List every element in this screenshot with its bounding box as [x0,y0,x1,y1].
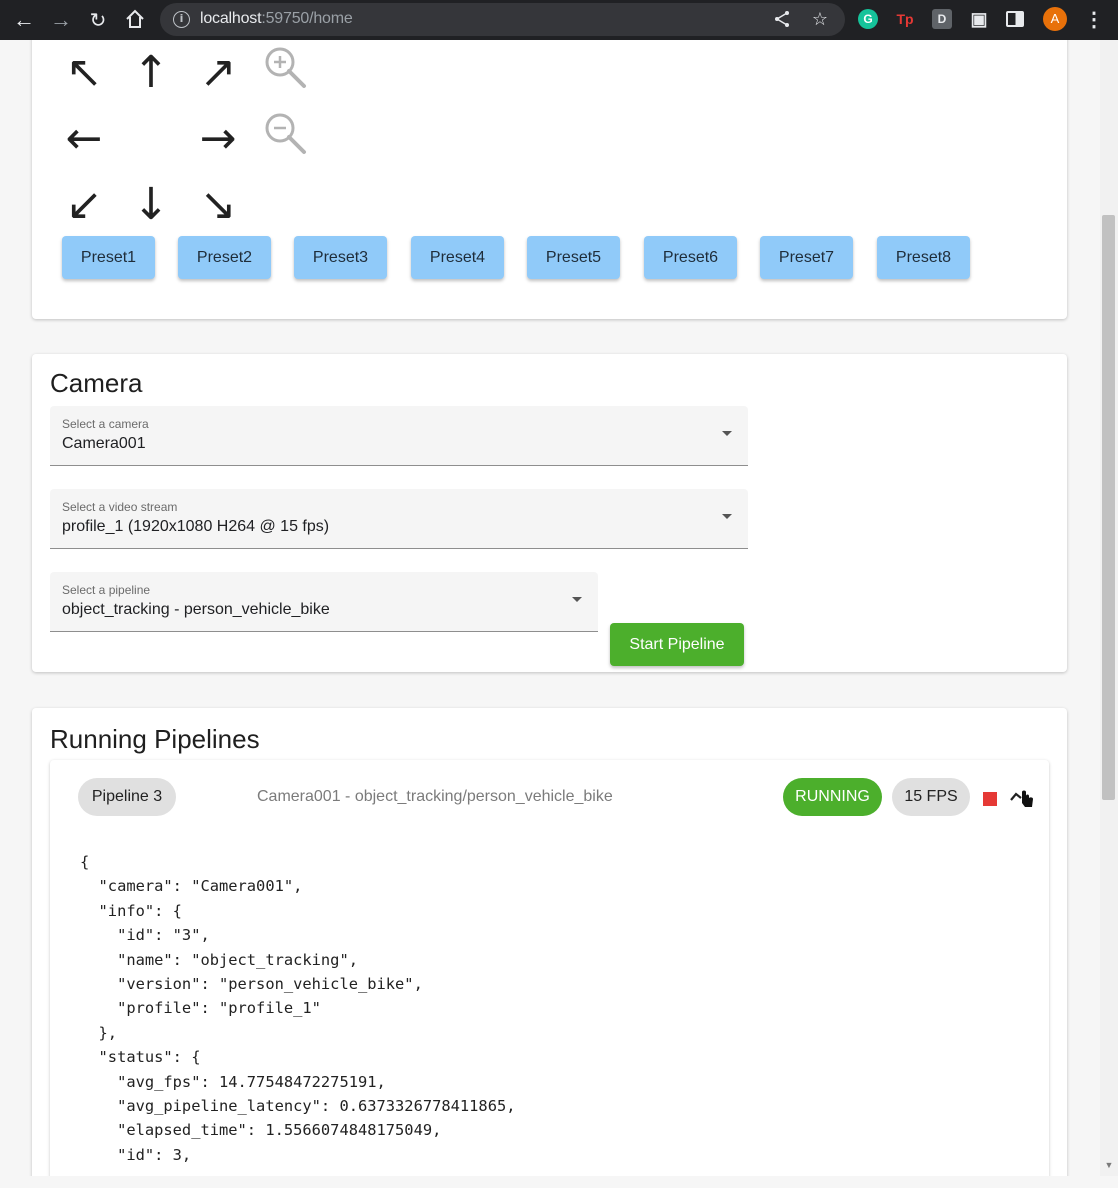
start-pipeline-button[interactable]: Start Pipeline [610,623,744,666]
preset-4-button[interactable]: Preset4 [411,236,504,279]
running-pipelines-card: Running Pipelines Pipeline 3 Camera001 -… [32,708,1067,1176]
fps-badge: 15 FPS [892,778,970,816]
arrow-right-icon[interactable]: → [193,114,243,164]
status-badge: RUNNING [783,778,882,816]
chevron-down-icon[interactable] [572,597,582,602]
preset-6-button[interactable]: Preset6 [644,236,737,279]
camera-section-title: Camera [50,368,143,398]
pipeline-item: Pipeline 3 Camera001 - object_tracking/p… [50,760,1049,1176]
preset-5-button[interactable]: Preset5 [527,236,620,279]
grammarly-extension-icon[interactable]: G [858,9,878,29]
pipeline-description: Camera001 - object_tracking/person_vehic… [257,788,613,805]
camera-card: Camera Select a camera Camera001 Select … [32,354,1067,672]
bookmark-star-icon[interactable]: ☆ [810,10,830,30]
arrow-down-right-icon[interactable]: ↘ [193,180,243,230]
camera-select-value: Camera001 [62,435,146,452]
pipeline-json-details: { "camera": "Camera001", "info": { "id":… [80,853,516,1164]
page-viewport: ↖ ↑ ↗ ← → ↙ ↓ ↘ Preset1 Preset2 Preset3 … [0,40,1100,1176]
video-stream-select[interactable]: Select a video stream profile_1 (1920x10… [50,489,748,549]
preset-8-button[interactable]: Preset8 [877,236,970,279]
side-panel-icon[interactable] [1006,11,1024,27]
preset-1-button[interactable]: Preset1 [62,236,155,279]
browser-toolbar: ← → ↻ i localhost:59750/home ☆ G Tp D ▣ … [0,0,1118,40]
profile-avatar[interactable]: A [1043,7,1067,31]
arrow-up-icon[interactable]: ↑ [126,48,176,98]
url-text[interactable]: localhost:59750/home [200,10,353,28]
chevron-down-icon[interactable] [722,431,732,436]
scroll-down-icon[interactable]: ▼ [1103,1160,1115,1170]
tp-extension-icon[interactable]: Tp [895,9,915,29]
preset-7-button[interactable]: Preset7 [760,236,853,279]
video-stream-select-label: Select a video stream [62,500,178,514]
camera-select[interactable]: Select a camera Camera001 [50,406,748,466]
back-arrow-icon[interactable]: ← [12,8,36,32]
running-pipelines-title: Running Pipelines [50,724,260,754]
arrow-up-left-icon[interactable]: ↖ [59,48,109,98]
arrow-down-left-icon[interactable]: ↙ [59,180,109,230]
forward-arrow-icon[interactable]: → [49,8,73,32]
pipeline-name-chip: Pipeline 3 [78,778,176,816]
d-extension-icon[interactable]: D [932,9,952,29]
info-icon[interactable]: i [173,11,190,28]
stop-icon[interactable] [983,792,997,806]
reload-icon[interactable]: ↻ [86,8,110,32]
address-bar[interactable]: i localhost:59750/home ☆ [160,3,845,36]
share-icon[interactable] [772,10,792,30]
scrollbar-thumb[interactable] [1102,215,1115,800]
chevron-down-icon[interactable] [722,514,732,519]
preset-3-button[interactable]: Preset3 [294,236,387,279]
camera-select-label: Select a camera [62,417,149,431]
chart-icon[interactable] [1009,786,1035,810]
arrow-down-icon[interactable]: ↓ [126,180,176,230]
ptz-control-card: ↖ ↑ ↗ ← → ↙ ↓ ↘ Preset1 Preset2 Preset3 … [32,40,1067,319]
zoom-out-icon[interactable] [262,110,308,156]
video-stream-select-value: profile_1 (1920x1080 H264 @ 15 fps) [62,518,330,535]
home-icon[interactable] [123,8,147,32]
browser-menu-icon[interactable]: ⋮ [1084,7,1104,33]
arrow-up-right-icon[interactable]: ↗ [193,48,243,98]
arrow-left-icon[interactable]: ← [59,114,109,164]
preset-2-button[interactable]: Preset2 [178,236,271,279]
extensions-puzzle-icon[interactable]: ▣ [969,9,989,29]
pipeline-select-value: object_tracking - person_vehicle_bike [62,601,330,618]
pipeline-select-label: Select a pipeline [62,583,151,597]
pipeline-select[interactable]: Select a pipeline object_tracking - pers… [50,572,598,632]
zoom-in-icon[interactable] [262,44,308,90]
